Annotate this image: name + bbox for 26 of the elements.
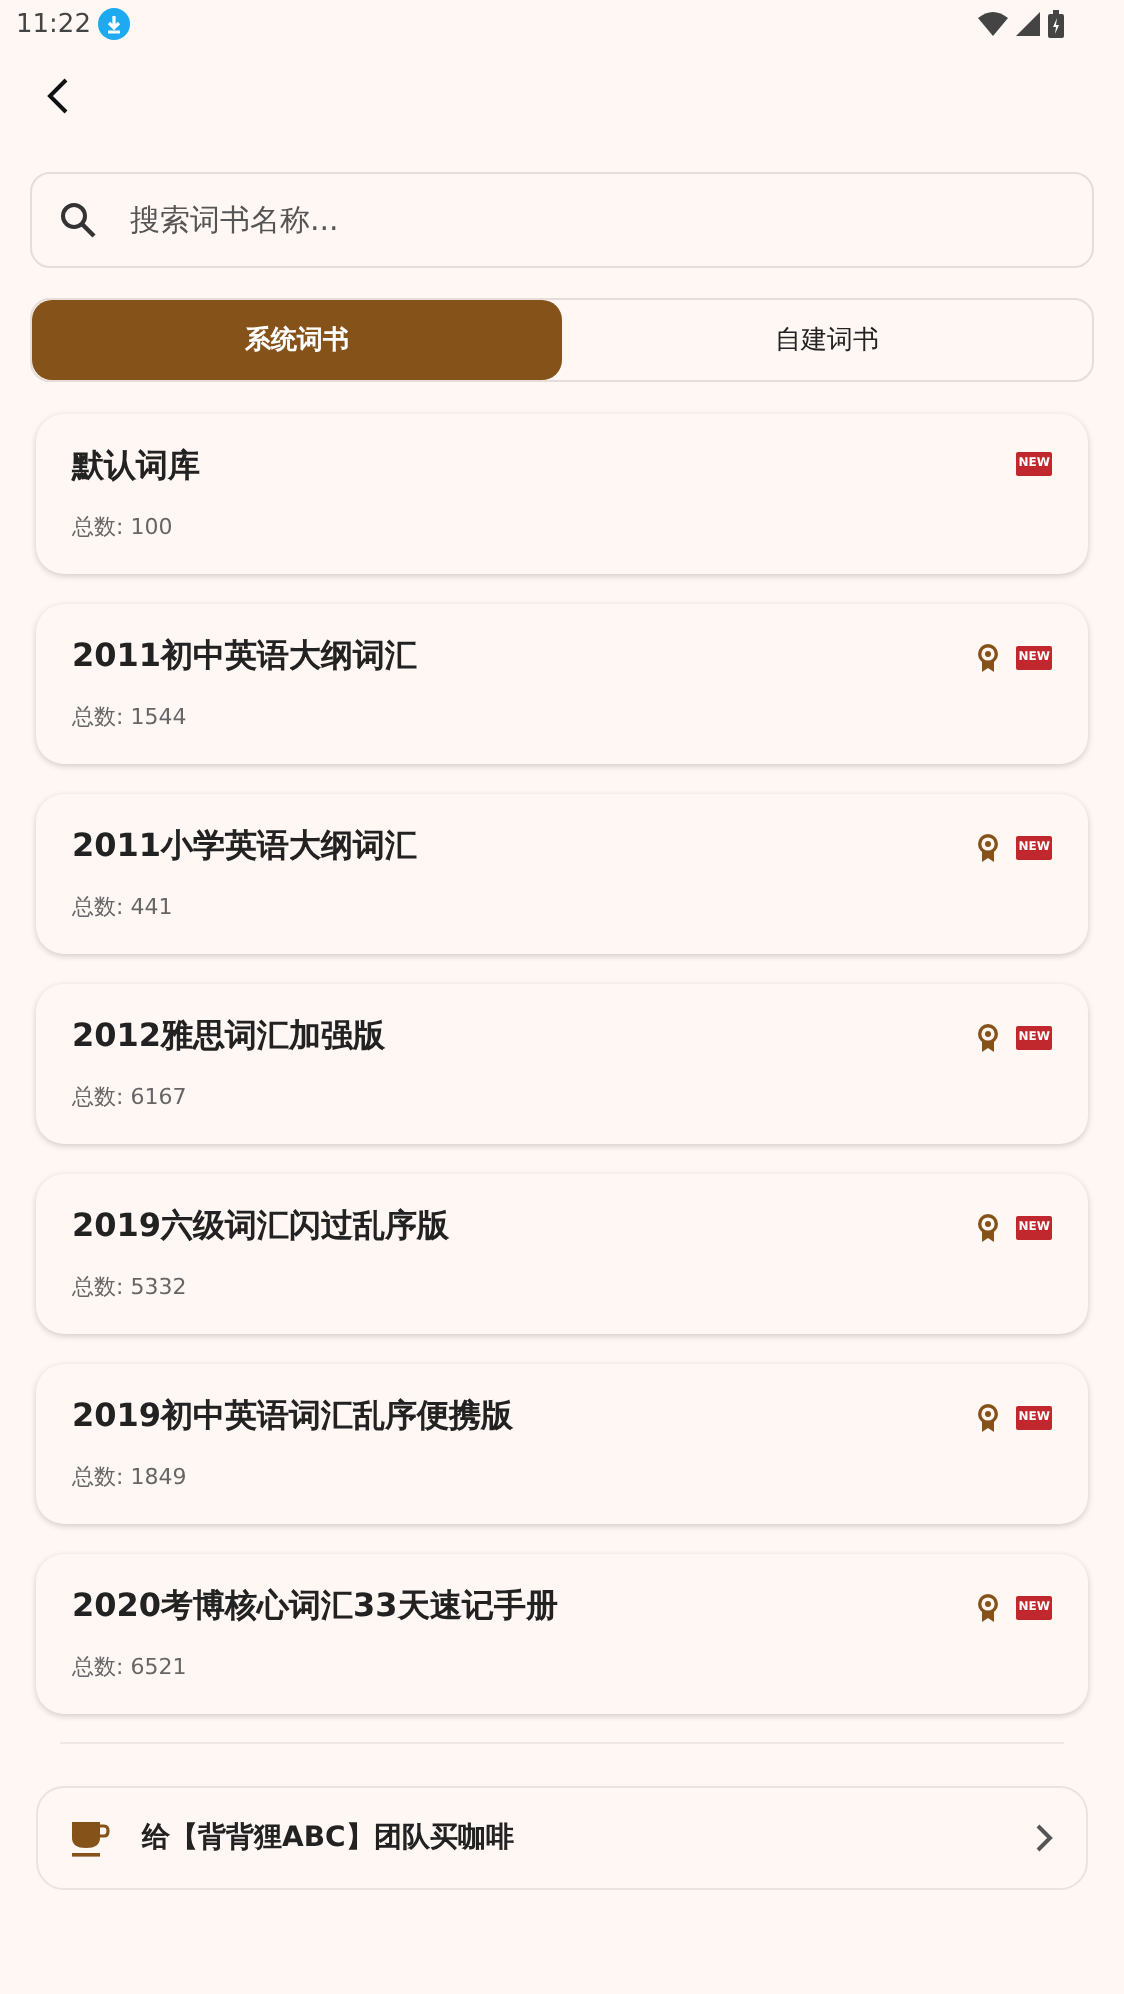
battery-icon [1048,10,1064,38]
coffee-button[interactable]: 给【背背狸ABC】团队买咖啡 [36,1786,1088,1890]
download-icon [98,8,131,40]
word-count: 总数: 6167 [72,1082,189,1112]
word-count: 总数: 6521 [72,1652,189,1682]
wifi-icon [978,12,1008,36]
chevron-right-icon [1034,1824,1054,1852]
signal-icon [1016,12,1040,36]
word-count: 总数: 100 [72,512,175,542]
book-title: 2011小学英语大纲词汇 [72,826,420,868]
tab[interactable]: 自建词书 [562,300,1092,380]
tab[interactable]: 系统词书 [32,300,562,380]
word-count: 总数: 441 [72,892,175,922]
book-title: 默认词库 [72,446,202,488]
book-title: 2020考博核心词汇33天速记手册 [72,1586,560,1628]
search-field[interactable]: 搜索词书名称... [30,172,1094,268]
word-count: 总数: 1544 [72,702,189,732]
search-icon [58,200,98,240]
book-title: 2019初中英语词汇乱序便携版 [72,1396,516,1438]
word-count: 总数: 5332 [72,1272,189,1302]
status-time: 11:22 [16,9,91,39]
book-title: 2019六级词汇闪过乱序版 [72,1206,452,1248]
book-title: 2011初中英语大纲词汇 [72,636,420,678]
word-count: 总数: 1849 [72,1462,189,1492]
coffee-cup-icon [70,1818,110,1858]
book-title: 2012雅思词汇加强版 [72,1016,388,1058]
